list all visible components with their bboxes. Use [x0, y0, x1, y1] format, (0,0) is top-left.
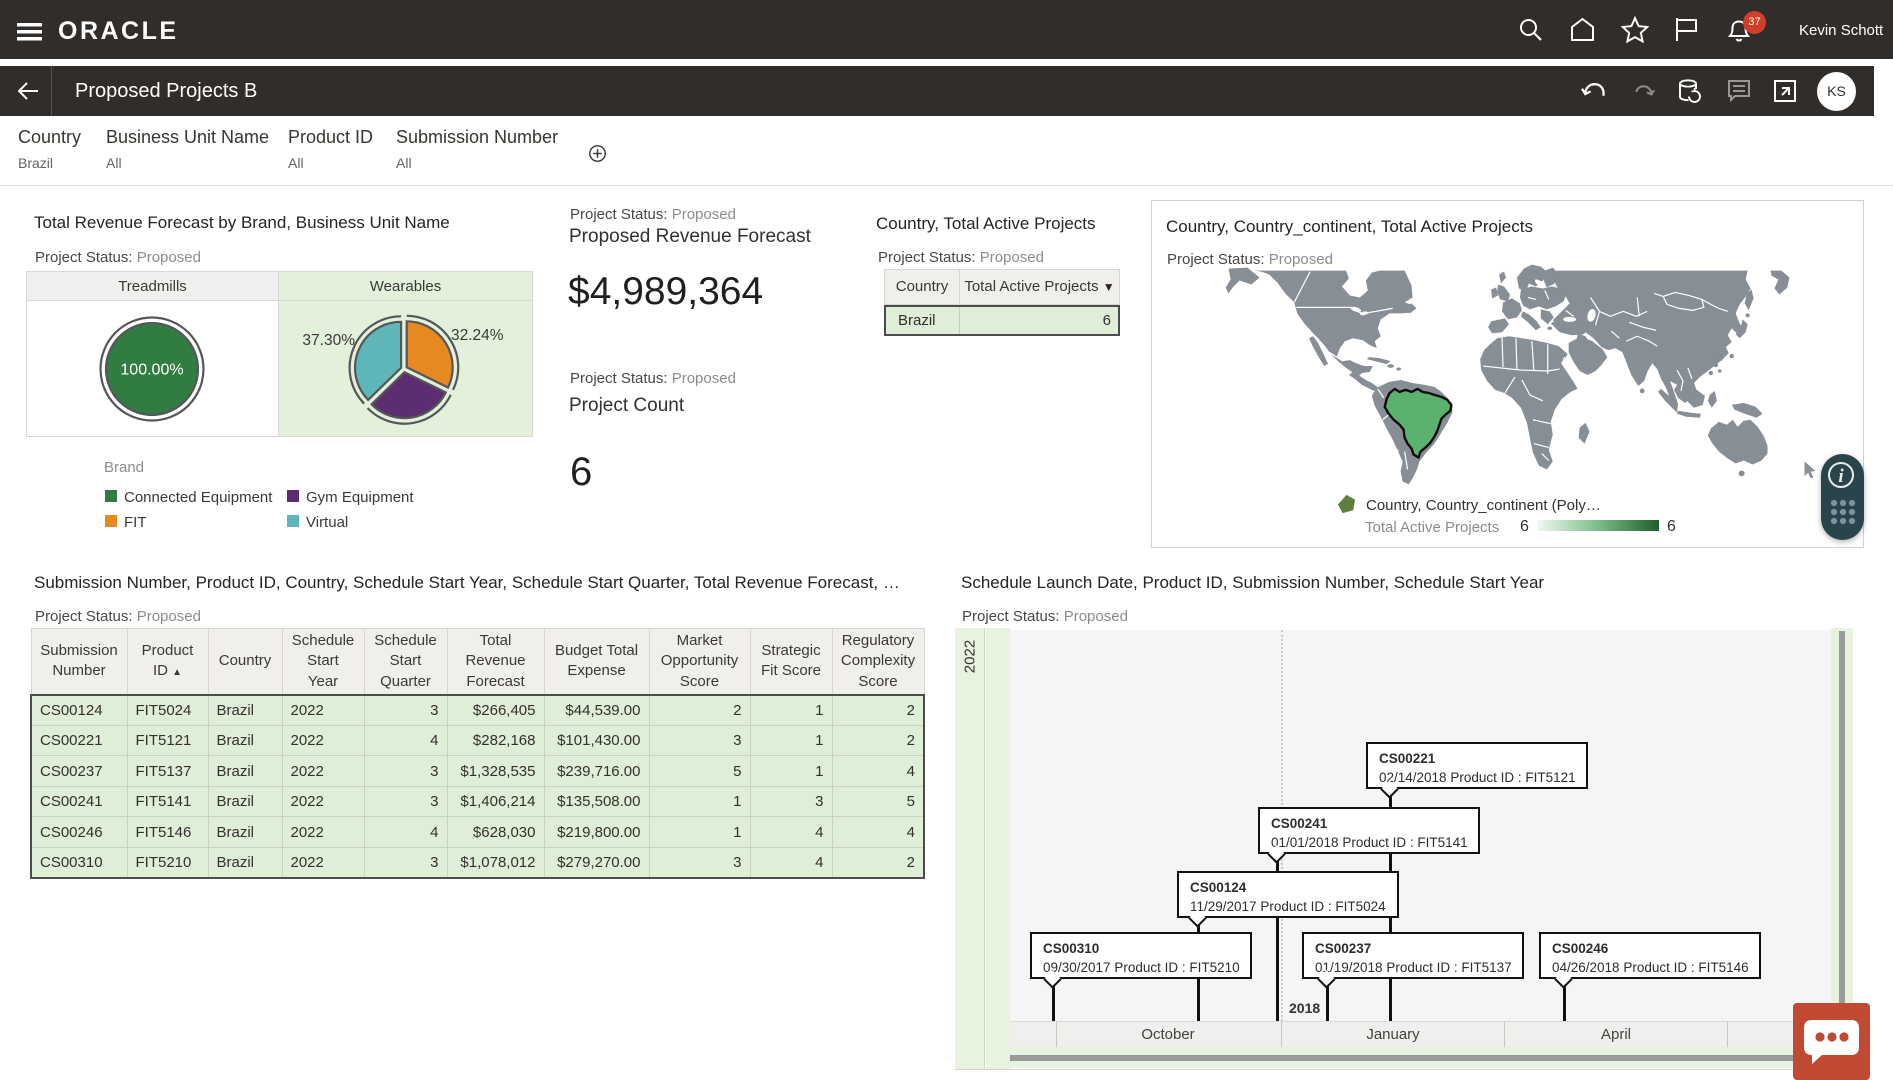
- svg-text:32.24%: 32.24%: [451, 327, 504, 344]
- svg-text:100.00%: 100.00%: [120, 362, 183, 379]
- svg-text:37.30%: 37.30%: [302, 332, 355, 349]
